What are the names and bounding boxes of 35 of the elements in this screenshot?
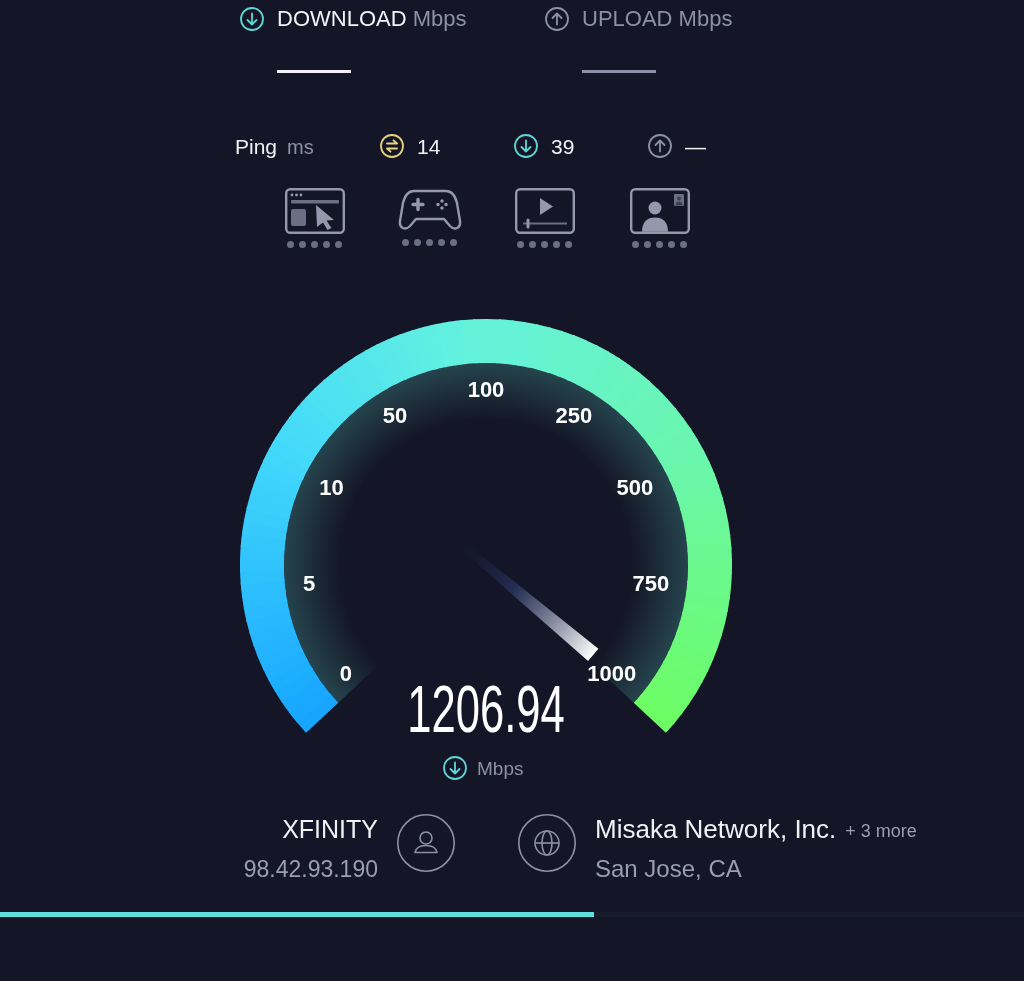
ping-value: —: [685, 135, 706, 157]
server-name: Misaka Network, Inc.: [595, 816, 837, 842]
gauge-tick-label: 100: [467, 376, 505, 402]
arrow-down-circle-icon: [514, 134, 538, 158]
person-circle-icon[interactable]: [397, 814, 455, 872]
ping-label: Ping: [235, 135, 278, 157]
arrow-up-circle-icon: [545, 7, 569, 31]
ip-address: 98.42.93.190: [243, 855, 378, 884]
gauge-tick-label: 5: [302, 570, 316, 596]
ping-unit: ms: [287, 136, 314, 157]
video-player-icon: [514, 188, 575, 234]
gauge-tick-label: 250: [555, 403, 593, 429]
speed-value: 1206.94: [407, 676, 565, 742]
gauge-tick-label: 500: [616, 475, 654, 501]
more-servers-link[interactable]: + 3 more: [845, 818, 917, 840]
ping-value: 39: [551, 135, 575, 157]
arrow-down-circle-icon: [240, 7, 264, 31]
browser-cursor-icon: [284, 188, 345, 234]
gauge-tick-label: 1000: [587, 660, 637, 686]
server-location: San Jose, CA: [595, 854, 743, 884]
speed-unit: Mbps: [477, 758, 524, 778]
tab[interactable]: UPLOAD Mbps: [545, 7, 733, 73]
gauge-tick-label: 10: [319, 475, 344, 501]
globe-circle-icon[interactable]: [518, 814, 576, 872]
ping-value: 14: [417, 135, 441, 157]
gauge-tick-label: 0: [339, 660, 352, 686]
arrow-down-circle-icon: [443, 756, 467, 780]
gamepad-icon: [397, 188, 462, 232]
isp-name: XFINITY: [282, 814, 378, 845]
gauge-tick-label: 50: [382, 403, 408, 429]
arrow-up-circle-icon: [648, 134, 672, 158]
tab[interactable]: DOWNLOAD Mbps: [240, 7, 467, 73]
video-call-icon: [629, 188, 690, 234]
swap-arrows-icon: [380, 134, 404, 158]
gauge-tick-label: 750: [632, 570, 670, 596]
